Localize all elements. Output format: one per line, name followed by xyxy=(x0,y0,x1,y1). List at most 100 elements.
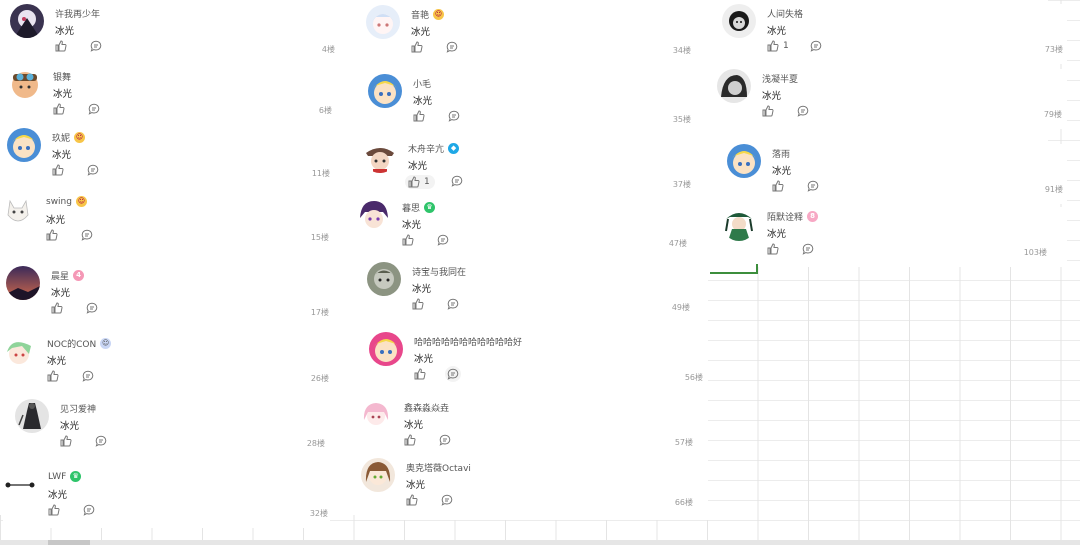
comment-item: 木舟辛亢 ◆ 冰光 1 37楼 xyxy=(363,139,696,199)
reply-button[interactable] xyxy=(439,434,451,446)
like-button[interactable] xyxy=(412,298,428,310)
username[interactable]: 晨星 4 xyxy=(51,269,85,282)
like-button[interactable] xyxy=(414,368,430,380)
avatar[interactable] xyxy=(359,398,393,432)
like-button[interactable] xyxy=(767,243,783,255)
horizontal-scrollbar[interactable] xyxy=(0,540,1080,545)
username[interactable]: 小毛 xyxy=(413,77,431,90)
comment-bubble-icon xyxy=(90,40,102,52)
like-button[interactable]: 1 xyxy=(767,40,789,52)
username[interactable]: 奥克塔薇Octavi xyxy=(406,461,471,474)
like-button[interactable] xyxy=(55,40,71,52)
username[interactable]: 鑫森淼焱垚 xyxy=(404,401,449,414)
avatar[interactable] xyxy=(1,193,35,227)
cell-selection-border[interactable] xyxy=(710,272,758,274)
scrollbar-thumb[interactable] xyxy=(48,540,90,545)
username[interactable]: 暮思 ♛ xyxy=(402,201,436,214)
avatar[interactable] xyxy=(3,468,37,502)
avatar[interactable] xyxy=(367,262,401,296)
reply-button[interactable] xyxy=(437,234,449,246)
like-button[interactable] xyxy=(52,164,68,176)
like-button[interactable] xyxy=(762,105,778,117)
reply-button[interactable] xyxy=(448,110,460,122)
avatar[interactable] xyxy=(357,198,391,232)
avatar[interactable] xyxy=(717,69,751,103)
username[interactable]: 诗宝与我同在 xyxy=(412,265,466,278)
comment-item: LWF ♛ 冰光 32楼 xyxy=(3,468,330,528)
reply-button[interactable] xyxy=(87,164,99,176)
reply-button[interactable] xyxy=(441,494,453,506)
avatar[interactable] xyxy=(363,139,397,173)
comment-bubble-icon xyxy=(447,368,459,380)
thumbs-up-icon xyxy=(47,370,59,382)
username[interactable]: 落雨 xyxy=(772,147,790,160)
username[interactable]: 哈哈哈哈哈哈哈哈哈哈哈好 xyxy=(414,335,522,348)
comment-text: 冰光 xyxy=(52,150,72,161)
comment-bubble-icon xyxy=(439,434,451,446)
username[interactable]: 许我再少年 xyxy=(55,7,100,20)
like-button[interactable] xyxy=(60,435,76,447)
avatar[interactable] xyxy=(10,4,44,38)
reply-button[interactable] xyxy=(90,40,102,52)
comment-item: 玖妮 ☺ 冰光 11楼 xyxy=(7,128,330,188)
like-button[interactable] xyxy=(411,41,427,53)
reply-button[interactable] xyxy=(446,41,458,53)
username[interactable]: 银舞 xyxy=(53,70,71,83)
username[interactable]: 见习爱神 xyxy=(60,402,96,415)
thumbs-up-icon xyxy=(46,229,58,241)
comment-text: 冰光 xyxy=(53,89,73,100)
reply-button[interactable] xyxy=(810,40,822,52)
reply-button[interactable] xyxy=(797,105,809,117)
reply-button[interactable] xyxy=(81,229,93,241)
reply-button[interactable] xyxy=(451,175,463,187)
avatar[interactable] xyxy=(2,334,36,368)
like-button[interactable] xyxy=(47,370,63,382)
like-button[interactable]: 1 xyxy=(405,175,435,189)
like-button[interactable] xyxy=(53,103,69,115)
like-button[interactable] xyxy=(413,110,429,122)
avatar[interactable] xyxy=(15,399,49,433)
emoji-badge-icon: ☺ xyxy=(100,338,112,349)
reply-button[interactable] xyxy=(95,435,107,447)
reply-button[interactable] xyxy=(807,180,819,192)
avatar[interactable] xyxy=(722,4,756,38)
username[interactable]: NOC的CON ☺ xyxy=(47,337,112,350)
like-button[interactable] xyxy=(48,504,64,516)
like-count: 1 xyxy=(424,177,430,187)
cell-fill-handle[interactable] xyxy=(756,264,758,274)
avatar[interactable] xyxy=(361,458,395,492)
username[interactable]: 浅凝半夏 xyxy=(762,72,798,85)
reply-button[interactable] xyxy=(83,504,95,516)
username[interactable]: 人间失格 xyxy=(767,7,803,20)
comment-text: 冰光 xyxy=(411,27,431,38)
reply-button[interactable] xyxy=(86,302,98,314)
reply-button[interactable] xyxy=(88,103,100,115)
reply-button[interactable] xyxy=(447,298,459,310)
comment-bubble-icon xyxy=(83,504,95,516)
avatar[interactable] xyxy=(722,207,756,241)
username[interactable]: 玖妮 ☺ xyxy=(52,131,86,144)
username[interactable]: swing ☺ xyxy=(46,196,87,207)
like-button[interactable] xyxy=(404,434,420,446)
username[interactable]: LWF ♛ xyxy=(48,471,82,482)
like-button[interactable] xyxy=(402,234,418,246)
username[interactable]: 陌默诠释 8 xyxy=(767,210,819,223)
level-badge: 8 xyxy=(807,211,819,222)
like-button[interactable] xyxy=(51,302,67,314)
like-button[interactable] xyxy=(46,229,62,241)
avatar[interactable] xyxy=(727,144,761,178)
avatar[interactable] xyxy=(6,266,40,300)
comment-text: 冰光 xyxy=(414,354,434,365)
avatar[interactable] xyxy=(369,332,403,366)
username[interactable]: 木舟辛亢 ◆ xyxy=(408,142,460,155)
avatar[interactable] xyxy=(7,128,41,162)
avatar[interactable] xyxy=(368,74,402,108)
reply-button[interactable] xyxy=(802,243,814,255)
avatar[interactable] xyxy=(8,67,42,101)
like-button[interactable] xyxy=(772,180,788,192)
avatar[interactable] xyxy=(366,5,400,39)
reply-button[interactable] xyxy=(445,366,461,382)
reply-button[interactable] xyxy=(82,370,94,382)
like-button[interactable] xyxy=(406,494,422,506)
username[interactable]: 音艳 ☺ xyxy=(411,8,445,21)
